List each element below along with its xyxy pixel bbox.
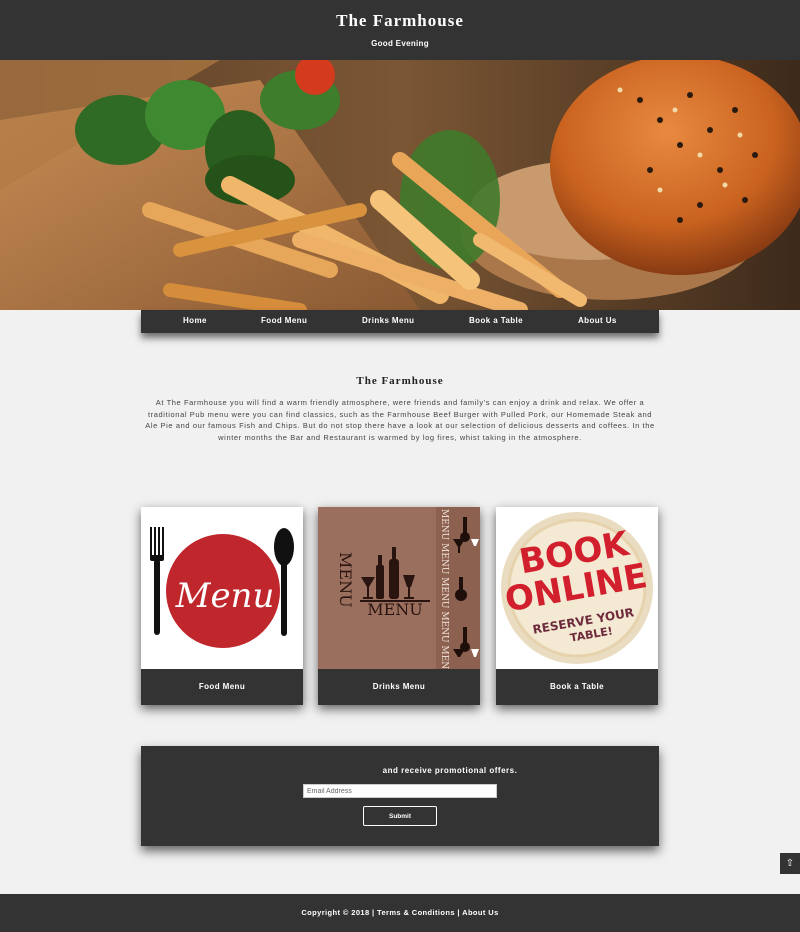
nav-drinks-menu[interactable]: Drinks Menu	[362, 316, 414, 325]
card-book-table[interactable]: BOOK ONLINE RESERVE YOUR TABLE! Book a T…	[496, 507, 658, 705]
email-input[interactable]	[303, 784, 497, 798]
nav-about-us[interactable]: About Us	[578, 316, 617, 325]
nav-book-table[interactable]: Book a Table	[469, 316, 523, 325]
menu-logo-text: Menu	[175, 576, 275, 616]
footer-about-link[interactable]: About Us	[462, 908, 499, 917]
main-nav: Home Food Menu Drinks Menu Book a Table …	[141, 310, 659, 333]
site-footer: Copyright © 2018 | Terms & Conditions | …	[0, 894, 800, 932]
card-food-menu-label: Food Menu	[198, 682, 246, 691]
submit-button[interactable]: Submit	[363, 806, 437, 826]
footer-separator: |	[457, 908, 460, 917]
drinks-side-menu-text: MENU MENU MENU MENU MENU	[439, 509, 449, 669]
card-drinks-menu[interactable]: MENU MENU MENU MENU MENU MENU MENU Drink…	[318, 507, 480, 705]
newsletter-message: and receive promotional offers.	[382, 766, 518, 775]
site-header: The Farmhouse Good Evening	[0, 0, 800, 60]
nav-home[interactable]: Home	[183, 316, 207, 325]
book-online-image: BOOK ONLINE RESERVE YOUR TABLE!	[496, 507, 658, 669]
arrow-up-icon: ⇧	[785, 858, 795, 869]
card-book-table-label: Book a Table	[550, 682, 604, 691]
intro-title: The Farmhouse	[356, 375, 444, 387]
hero-image	[0, 60, 800, 310]
drinks-menu-image: MENU MENU MENU MENU MENU MENU MENU	[318, 507, 480, 669]
intro-text: At The Farmhouse you will find a warm fr…	[145, 398, 655, 442]
footer-terms-link[interactable]: Terms & Conditions	[377, 908, 455, 917]
newsletter-panel: and receive promotional offers. Submit	[141, 746, 659, 846]
footer-separator: |	[372, 908, 375, 917]
card-food-menu[interactable]: Menu Food Menu	[141, 507, 303, 705]
drinks-menu-text: MENU	[367, 600, 423, 619]
card-drinks-menu-label: Drinks Menu	[372, 682, 426, 691]
nav-food-menu[interactable]: Food Menu	[261, 316, 307, 325]
site-title: The Farmhouse	[336, 11, 464, 30]
drinks-vertical-menu-text: MENU	[336, 552, 355, 608]
food-menu-image: Menu	[141, 507, 303, 669]
copyright-text: Copyright © 2018	[301, 908, 370, 917]
scroll-top-button[interactable]: ⇧	[780, 853, 800, 874]
greeting-text: Good Evening	[371, 39, 429, 48]
